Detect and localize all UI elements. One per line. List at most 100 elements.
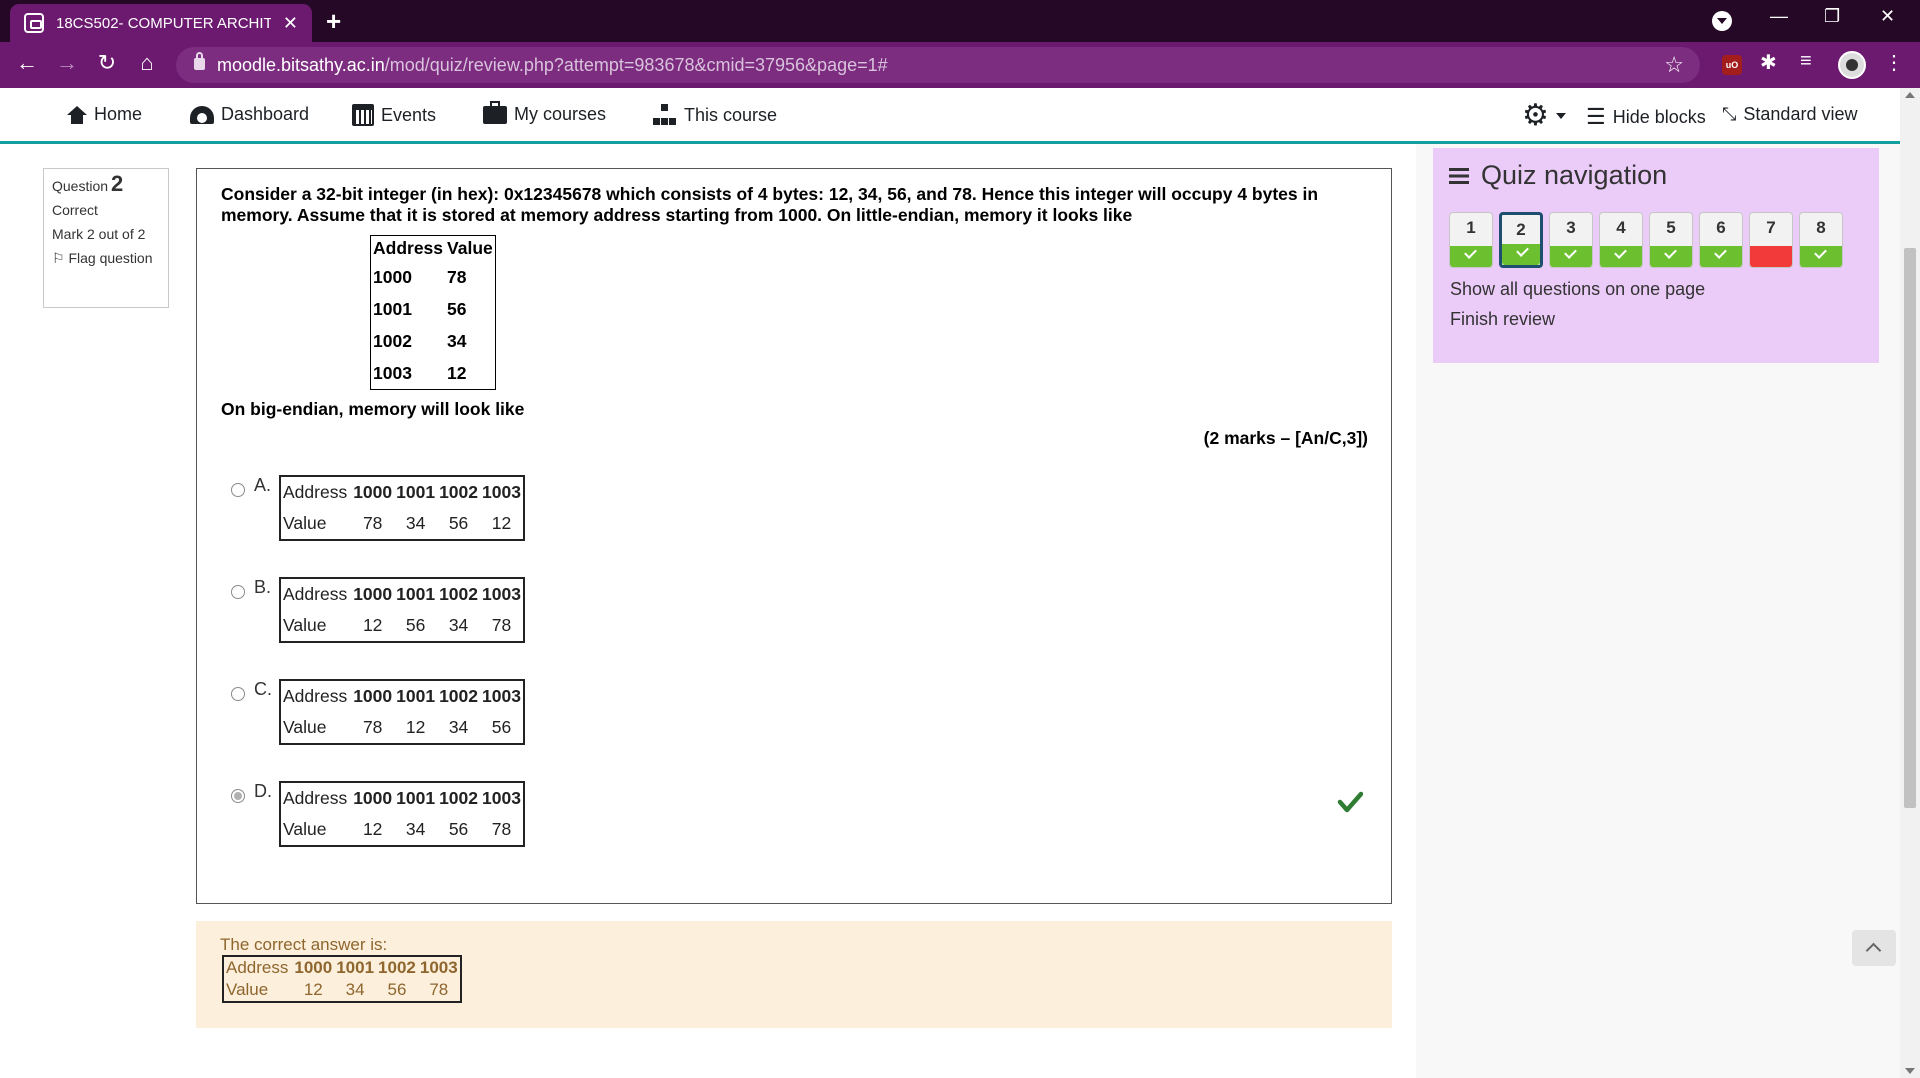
profile-avatar[interactable] [1838,51,1866,79]
tab-search-icon[interactable] [1712,11,1732,31]
quiz-nav-question-button[interactable]: 5 [1649,212,1693,268]
option-table: Address 1000 1001 1002 1003 Value 12 34 56 78 [279,781,525,847]
compress-icon: ⤡ [1722,104,1737,124]
correct-status [1550,246,1592,267]
option-radio[interactable] [231,789,245,803]
correct-status [1800,246,1842,267]
browser-toolbar: ← → ↻ ⌂ moodle.bitsathy.ac.in/mod/quiz/r… [0,42,1920,88]
table-header: Address [373,238,444,259]
quiz-nav-question-button[interactable]: 2 [1499,212,1543,268]
close-window-icon[interactable]: ✕ [1880,6,1895,27]
quiz-nav-question-button[interactable]: 7 [1749,212,1793,268]
check-icon [1664,246,1677,259]
finish-review-link[interactable]: Finish review [1450,309,1555,330]
option-letter: D. [254,781,272,801]
standard-view-button[interactable]: ⤡ Standard view [1722,104,1857,125]
answer-option-d[interactable]: D. Address 1000 1001 1002 1003 Value 12 34 56 78 [231,781,551,851]
option-table: Address 1000 1001 1002 1003 Value 78 34 56 12 [279,475,525,541]
check-icon [1814,246,1827,259]
media-control-icon[interactable]: ≡ [1800,50,1812,73]
nav-this-course[interactable]: This course [653,104,777,126]
flag-question-link[interactable]: ⚐ Flag question [52,250,160,266]
option-radio[interactable] [231,483,245,497]
reload-icon[interactable]: ↻ [92,50,122,76]
browser-tab[interactable]: 18CS502- COMPUTER ARCHITEC ✕ [10,4,312,42]
quiz-nav-title: Quiz navigation [1449,160,1667,191]
extensions-puzzle-icon[interactable]: ✱ [1760,50,1777,75]
flag-icon: ⚐ [52,250,65,266]
quiz-nav-question-number: 1 [1466,218,1476,237]
quiz-nav-question-number: 3 [1566,218,1576,237]
nav-events[interactable]: Events [352,104,436,126]
quiz-nav-question-button[interactable]: 1 [1449,212,1493,268]
new-tab-icon[interactable]: + [326,6,341,37]
nav-dashboard[interactable]: Dashboard [190,104,309,125]
home-browser-icon[interactable]: ⌂ [132,50,162,76]
correct-status [1600,246,1642,267]
forward-icon[interactable]: → [52,50,82,76]
answer-option-c[interactable]: C. Address 1000 1001 1002 1003 Value 78 12 34 56 [231,679,551,749]
correct-status [1450,246,1492,267]
option-radio[interactable] [231,687,245,701]
scroll-up-icon[interactable] [1905,92,1915,98]
gear-icon[interactable]: ⚙ [1522,98,1549,133]
show-all-questions-link[interactable]: Show all questions on one page [1450,279,1705,300]
correct-status [1502,244,1540,265]
back-icon[interactable]: ← [12,50,42,76]
question-text: Consider a 32-bit integer (in hex): 0x12… [221,184,1319,225]
chevron-down-icon[interactable] [1556,113,1566,119]
question-followup: On big-endian, memory will look like [221,399,525,419]
url-text: moodle.bitsathy.ac.in/mod/quiz/review.ph… [217,55,888,75]
option-letter: C. [254,679,272,699]
hide-blocks-button[interactable]: ☰ Hide blocks [1586,104,1706,130]
little-endian-table: Address Value 1000 78 1001 56 1002 34 1003 1… [370,235,496,390]
option-table: Address 1000 1001 1002 1003 Value 12 56 34 78 [279,577,525,643]
back-to-top-button[interactable] [1852,930,1896,966]
bookmark-star-icon[interactable]: ☆ [1664,52,1684,78]
dashboard-icon [190,105,214,124]
briefcase-icon [483,100,507,124]
scroll-down-icon[interactable] [1905,1068,1915,1074]
lock-icon [194,52,205,70]
home-icon [67,105,87,124]
answer-option-b[interactable]: B. Address 1000 1001 1002 1003 Value 12 56 34 78 [231,577,551,647]
correct-status [1700,246,1742,267]
quiz-nav-question-number: 2 [1516,220,1526,239]
correct-check-icon [1337,791,1363,813]
incorrect-status [1750,246,1792,267]
option-letter: A. [254,475,272,495]
moodle-favicon-icon [24,13,44,33]
right-answer-feedback: The correct answer is: Address 1000 1001 10… [196,921,1392,1028]
answer-option-a[interactable]: A. Address 1000 1001 1002 1003 Value 78 34 56 12 [231,475,551,545]
moodle-navbar: Home Dashboard Events My courses This co… [0,88,1900,144]
question-info-block: Question 2 Correct Mark 2 out of 2 ⚐ Flag… [43,168,169,308]
quiz-nav-question-number: 5 [1666,218,1676,237]
table-row: 1001 56 [373,299,467,319]
quiz-nav-question-button[interactable]: 8 [1799,212,1843,268]
close-tab-icon[interactable]: ✕ [283,13,298,34]
quiz-nav-question-number: 6 [1716,218,1726,237]
quiz-nav-question-button[interactable]: 3 [1549,212,1593,268]
calendar-icon [352,104,374,126]
restore-icon[interactable]: ❐ [1824,6,1840,27]
table-header: Value [447,238,493,259]
option-radio[interactable] [231,585,245,599]
ublock-extension-icon[interactable]: uO [1722,55,1742,75]
nav-home[interactable]: Home [67,104,142,125]
scrollbar-thumb[interactable] [1904,248,1916,808]
quiz-navigation-block: Quiz navigation 1 2 3 4 5 6 7 8 Show all questi… [1433,148,1879,363]
page-scrollbar[interactable] [1900,88,1920,1078]
nav-my-courses[interactable]: My courses [483,100,606,125]
menu-icon[interactable] [1449,167,1469,184]
question-content: Consider a 32-bit integer (in hex): 0x12… [196,168,1392,904]
minimize-icon[interactable]: — [1770,6,1788,27]
browser-menu-icon[interactable]: ⋮ [1884,50,1904,75]
quiz-nav-question-button[interactable]: 4 [1599,212,1643,268]
address-bar[interactable]: moodle.bitsathy.ac.in/mod/quiz/review.ph… [176,47,1700,83]
feedback-text: The correct answer is: [220,935,388,954]
table-row: 1002 34 [373,331,467,351]
check-icon [1516,244,1529,257]
check-icon [1464,246,1477,259]
quiz-nav-question-button[interactable]: 6 [1699,212,1743,268]
question-number: Question 2 [52,171,124,196]
